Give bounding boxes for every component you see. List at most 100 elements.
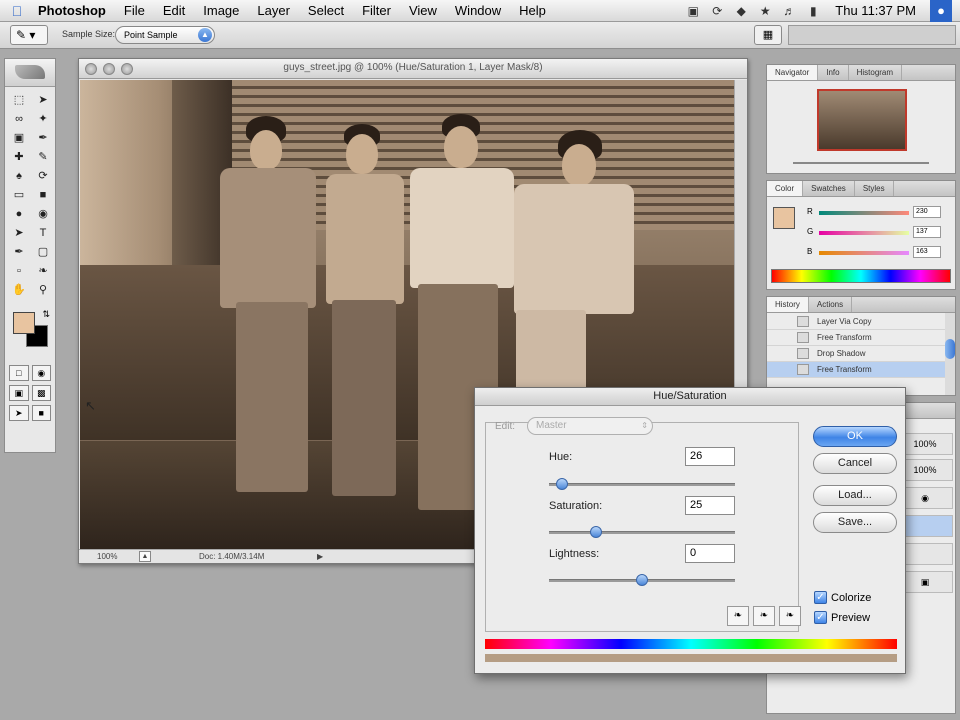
tab-swatches[interactable]: Swatches [803, 181, 855, 196]
gradient-tool-icon[interactable]: ■ [32, 186, 54, 204]
color-value[interactable]: 137 [913, 226, 941, 238]
foreground-color-swatch[interactable] [13, 312, 35, 334]
wifi-icon[interactable]: ◆ [733, 3, 749, 19]
status-menu-arrow-icon[interactable]: ▶ [317, 550, 323, 563]
eyedropper-plus-icon[interactable]: ❧ [753, 606, 775, 626]
document-titlebar[interactable]: guys_street.jpg @ 100% (Hue/Saturation 1… [79, 59, 747, 79]
tab-navigator[interactable]: Navigator [767, 65, 819, 80]
navigator-thumbnail[interactable] [817, 89, 907, 151]
color-value[interactable]: 230 [913, 206, 941, 218]
pen-tool-icon[interactable]: ✒ [8, 243, 30, 261]
crop-tool-icon[interactable]: ▣ [8, 129, 30, 147]
colorize-checkbox[interactable]: ✓ Colorize [814, 591, 871, 604]
menu-help[interactable]: Help [510, 0, 555, 22]
magic-wand-tool-icon[interactable]: ✦ [32, 110, 54, 128]
standard-screen-button[interactable]: ▣ [9, 385, 29, 401]
history-item[interactable]: Drop Shadow [767, 346, 953, 362]
healing-brush-tool-icon[interactable]: ✚ [8, 148, 30, 166]
move-tool-icon[interactable]: ➤ [32, 91, 54, 109]
menu-photoshop[interactable]: Photoshop [34, 0, 115, 22]
eyedropper-icon[interactable]: ❧ [727, 606, 749, 626]
fullscreen-dark-button[interactable]: ■ [31, 405, 51, 421]
notes-tool-icon[interactable]: ▫ [8, 262, 30, 280]
dialog-title[interactable]: Hue/Saturation [475, 388, 905, 406]
clone-stamp-tool-icon[interactable]: ♠ [8, 167, 30, 185]
palette-toggle-button[interactable]: ▦ [754, 25, 782, 45]
hue-input[interactable]: 26 [685, 447, 735, 466]
color-slider[interactable] [819, 231, 909, 235]
marquee-tool-icon[interactable]: ⬚ [8, 91, 30, 109]
spotlight-icon[interactable]: ● [930, 0, 952, 22]
tab-color[interactable]: Color [767, 181, 804, 196]
tab-history[interactable]: History [767, 297, 809, 312]
history-scrollbar[interactable] [945, 313, 955, 395]
quick-mask-mode-button[interactable]: ◉ [31, 365, 51, 381]
history-item[interactable]: Layer Via Copy [767, 314, 953, 330]
brush-tool-icon[interactable]: ✎ [32, 148, 54, 166]
color-row-g: G 137 [807, 226, 947, 239]
cancel-button[interactable]: Cancel [813, 453, 897, 474]
sync-icon[interactable]: ⟳ [709, 3, 725, 19]
swap-colors-icon[interactable]: ⇅ [42, 309, 50, 320]
palette-well[interactable] [788, 25, 956, 45]
color-foreground-swatch[interactable] [773, 207, 795, 229]
sample-size-select[interactable]: Point Sample ▲ [115, 26, 215, 44]
type-tool-icon[interactable]: T [32, 224, 54, 242]
color-slider[interactable] [819, 251, 909, 255]
tab-actions[interactable]: Actions [809, 297, 853, 312]
slice-tool-icon[interactable]: ✒ [32, 129, 54, 147]
menu-image[interactable]: Image [194, 0, 248, 22]
menu-file[interactable]: File [115, 0, 154, 22]
hue-slider-track[interactable] [549, 483, 735, 486]
preview-checkbox[interactable]: ✓ Preview [814, 611, 870, 624]
bluetooth-icon[interactable]: ★ [757, 3, 773, 19]
eraser-tool-icon[interactable]: ▭ [8, 186, 30, 204]
eyedropper-minus-icon[interactable]: ❧ [779, 606, 801, 626]
jump-to-imageready-button[interactable]: ➤ [9, 405, 29, 421]
tab-info[interactable]: Info [818, 65, 849, 80]
battery-icon[interactable]: ▮ [805, 3, 821, 19]
scroll-thumb[interactable] [945, 339, 955, 359]
lightness-slider-thumb[interactable] [636, 574, 648, 586]
navigator-zoom-slider[interactable] [773, 159, 949, 167]
path-selection-tool-icon[interactable]: ➤ [8, 224, 30, 242]
menu-edit[interactable]: Edit [154, 0, 194, 22]
menu-clock[interactable]: Thu 11:37 PM [829, 3, 922, 18]
volume-icon[interactable]: ♬ [781, 3, 797, 19]
color-slider[interactable] [819, 211, 909, 215]
shape-tool-icon[interactable]: ▢ [32, 243, 54, 261]
apple-menu-icon[interactable]:  [0, 3, 34, 19]
lasso-tool-icon[interactable]: ∞ [8, 110, 30, 128]
standard-mode-button[interactable]: □ [9, 365, 29, 381]
history-item-selected[interactable]: Free Transform [767, 362, 953, 378]
tab-styles[interactable]: Styles [855, 181, 894, 196]
save-button[interactable]: Save... [813, 512, 897, 533]
lightness-input[interactable]: 0 [685, 544, 735, 563]
ok-button[interactable]: OK [813, 426, 897, 447]
full-screen-button[interactable]: ▩ [31, 385, 51, 401]
saturation-input[interactable]: 25 [685, 496, 735, 515]
menu-filter[interactable]: Filter [353, 0, 400, 22]
zoom-arrows-icon[interactable]: ▲ [139, 551, 151, 562]
color-spectrum-ramp[interactable] [771, 269, 951, 283]
history-item[interactable]: Free Transform [767, 330, 953, 346]
zoom-level[interactable]: 100% [97, 550, 117, 563]
hand-tool-icon[interactable]: ✋ [8, 281, 30, 299]
blur-tool-icon[interactable]: ● [8, 205, 30, 223]
menu-view[interactable]: View [400, 0, 446, 22]
dodge-tool-icon[interactable]: ◉ [32, 205, 54, 223]
saturation-slider-track[interactable] [549, 531, 735, 534]
menu-layer[interactable]: Layer [248, 0, 299, 22]
color-value[interactable]: 163 [913, 246, 941, 258]
saturation-slider-thumb[interactable] [589, 526, 602, 538]
eyedropper-tool-icon[interactable]: ❧ [32, 262, 54, 280]
menu-select[interactable]: Select [299, 0, 353, 22]
history-brush-tool-icon[interactable]: ⟳ [32, 167, 54, 185]
tool-preset-picker[interactable]: ✎ ▾ [10, 25, 48, 45]
menu-window[interactable]: Window [446, 0, 510, 22]
zoom-tool-icon[interactable]: ⚲ [32, 281, 54, 299]
photoshop-logo[interactable] [5, 59, 55, 87]
tab-histogram[interactable]: Histogram [849, 65, 903, 80]
load-button[interactable]: Load... [813, 485, 897, 506]
screen-icon[interactable]: ▣ [685, 3, 701, 19]
